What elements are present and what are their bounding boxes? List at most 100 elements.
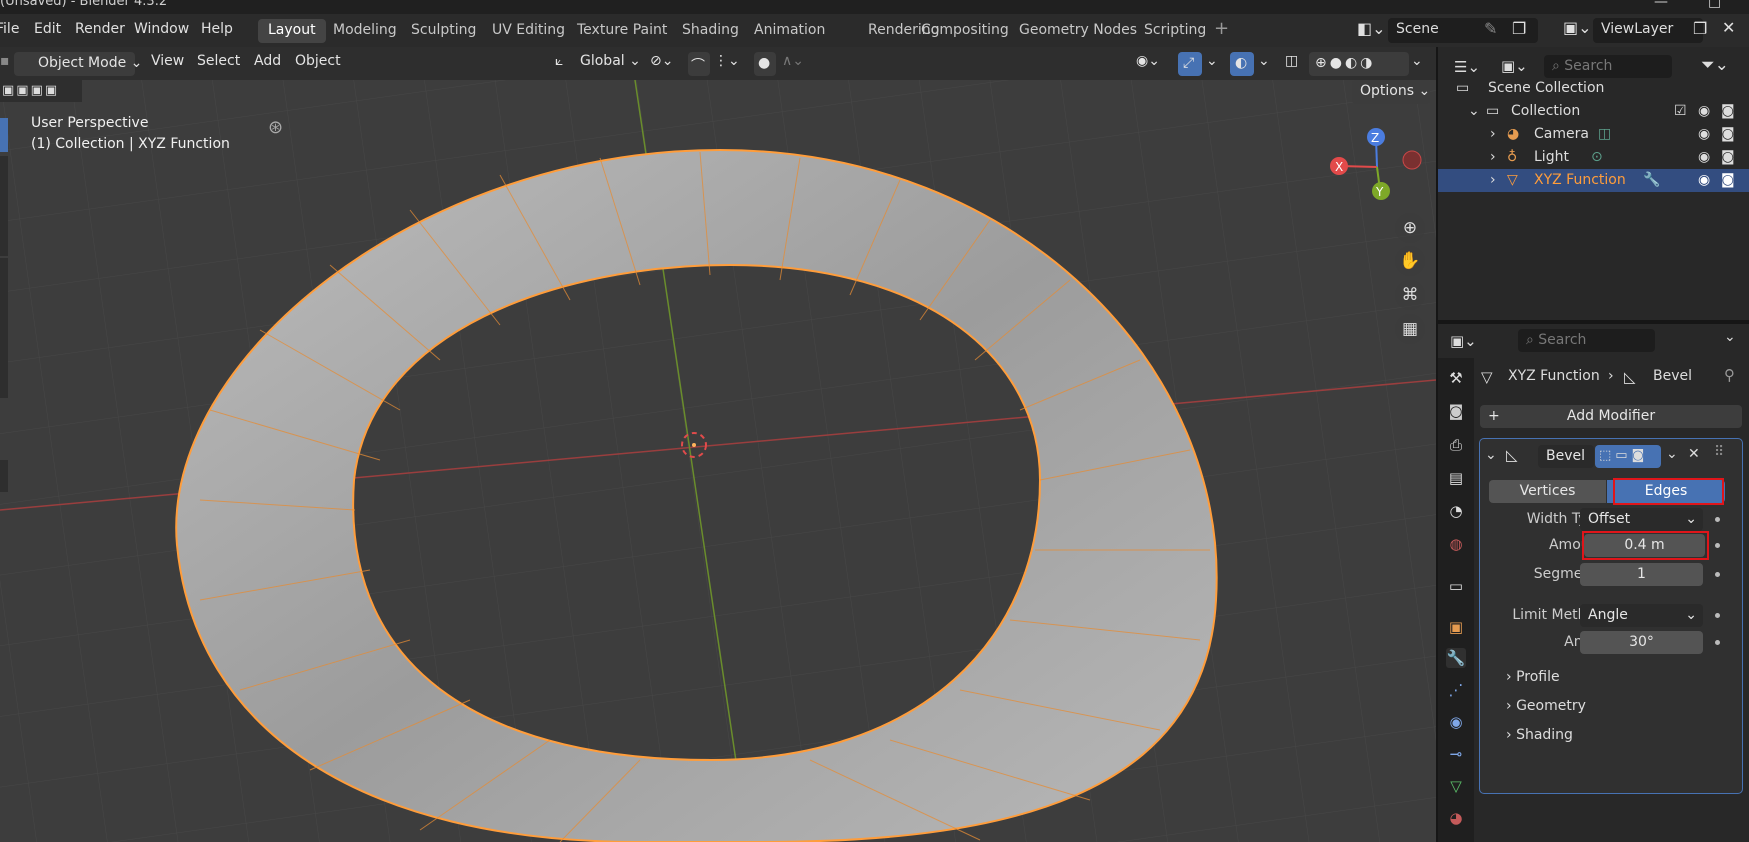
- tab-compositing[interactable]: Compositing: [911, 19, 1019, 43]
- keyframe-dot[interactable]: [1715, 640, 1720, 645]
- snap-target-icon[interactable]: ⋮⌄: [714, 53, 740, 69]
- exclude-checkbox[interactable]: ☑: [1674, 103, 1687, 119]
- object-tab-icon[interactable]: ▣: [1446, 617, 1466, 637]
- outliner-search-input[interactable]: ⌕ Search: [1544, 55, 1672, 78]
- delete-modifier-icon[interactable]: ✕: [1688, 446, 1700, 462]
- camera-render-icon[interactable]: ◙: [1721, 103, 1735, 119]
- expand-icon[interactable]: ⌄: [1468, 103, 1480, 119]
- eye-icon[interactable]: ◉: [1698, 172, 1710, 188]
- keyframe-dot[interactable]: [1715, 543, 1720, 548]
- segments-field[interactable]: 1: [1580, 563, 1703, 586]
- tab-geometry-nodes[interactable]: Geometry Nodes: [1009, 19, 1147, 43]
- keyframe-dot[interactable]: [1715, 517, 1720, 522]
- keyframe-dot[interactable]: [1715, 613, 1720, 618]
- area-divider-horizontal[interactable]: [1438, 320, 1749, 324]
- camera-render-icon[interactable]: ◙: [1721, 172, 1735, 188]
- menu-edit[interactable]: Edit: [34, 21, 61, 37]
- menu-render[interactable]: Render: [75, 21, 125, 37]
- toolbar-transform-tools[interactable]: [0, 156, 8, 256]
- properties-search-input[interactable]: ⌕ Search: [1518, 329, 1655, 352]
- expand-icon[interactable]: ›: [1490, 126, 1496, 142]
- affect-vertices-button[interactable]: Vertices: [1489, 480, 1606, 503]
- expand-icon[interactable]: ›: [1490, 149, 1496, 165]
- toolbar-edit-tools[interactable]: [0, 258, 8, 398]
- menu-add[interactable]: Add: [254, 53, 281, 69]
- copy-scene-icon[interactable]: ❐: [1512, 19, 1526, 38]
- remove-viewlayer-icon[interactable]: ✕: [1722, 18, 1735, 37]
- visibility-icon[interactable]: ◉⌄: [1136, 53, 1160, 69]
- tab-layout[interactable]: Layout: [258, 19, 326, 43]
- outliner-row-scene-collection[interactable]: ▭ Scene Collection: [1438, 77, 1749, 100]
- data-tab-icon[interactable]: ▽: [1446, 776, 1466, 796]
- pivot-icon[interactable]: ⊘⌄: [650, 53, 673, 69]
- editor-type-icon[interactable]: ▪: [0, 53, 10, 69]
- eye-icon[interactable]: ◉: [1698, 126, 1710, 142]
- material-tab-icon[interactable]: ◕: [1446, 808, 1466, 828]
- subpanel-geometry[interactable]: › Geometry: [1506, 698, 1586, 714]
- modifier-menu-icon[interactable]: ⌄: [1666, 446, 1678, 462]
- tab-animation[interactable]: Animation: [744, 19, 835, 43]
- collapse-icon[interactable]: ⌄: [1485, 447, 1497, 463]
- render-tab-icon[interactable]: ◙: [1446, 401, 1466, 421]
- shading-mode-group[interactable]: ⊕●◐◑: [1309, 52, 1409, 76]
- outliner-editor-icon[interactable]: ☰⌄: [1454, 58, 1480, 76]
- camera-render-icon[interactable]: ◙: [1721, 126, 1735, 142]
- outliner-row-xyz-function[interactable]: › ▽ XYZ Function 🔧 ◉ ◙: [1438, 169, 1749, 192]
- zoom-icon[interactable]: ⊕: [1395, 213, 1425, 243]
- collection-tab-icon[interactable]: ▭: [1446, 576, 1466, 596]
- add-workspace-icon[interactable]: +: [1214, 18, 1229, 39]
- minimize-icon[interactable]: —: [1654, 0, 1668, 10]
- copy-viewlayer-icon[interactable]: ❐: [1693, 19, 1707, 38]
- modifier-tab-icon[interactable]: 🔧: [1446, 648, 1466, 668]
- outliner-row-collection[interactable]: ⌄ ▭ Collection ☑ ◉ ◙: [1438, 100, 1749, 123]
- toolbar-select-tool[interactable]: [0, 118, 8, 152]
- scene-tab-icon[interactable]: ◔: [1446, 501, 1466, 521]
- area-divider-vertical[interactable]: [1436, 47, 1438, 842]
- viewport-canvas[interactable]: Z X Y: [0, 80, 1436, 842]
- camera-view-icon[interactable]: ⌘: [1395, 280, 1425, 310]
- outliner-row-camera[interactable]: › ◕ Camera ◫ ◉ ◙: [1438, 123, 1749, 146]
- falloff-icon[interactable]: ∧⌄: [782, 53, 804, 69]
- pin-icon[interactable]: ⚲: [1724, 366, 1735, 384]
- selection-mode-icons[interactable]: ▣▣▣▣: [0, 80, 82, 102]
- tab-scripting[interactable]: Scripting: [1134, 19, 1216, 43]
- world-tab-icon[interactable]: ◍: [1446, 534, 1466, 554]
- width-type-dropdown[interactable]: Offset ⌄: [1580, 508, 1703, 531]
- tab-shading[interactable]: Shading: [672, 19, 749, 43]
- camera-render-icon[interactable]: ◙: [1721, 149, 1735, 165]
- tab-modeling[interactable]: Modeling: [323, 19, 407, 43]
- menu-object[interactable]: Object: [295, 53, 341, 69]
- expand-icon[interactable]: ›: [1490, 172, 1496, 188]
- menu-window[interactable]: Window: [134, 21, 189, 37]
- transform-orientation-dropdown[interactable]: Global ⌄: [580, 53, 641, 69]
- subpanel-shading[interactable]: › Shading: [1506, 727, 1573, 743]
- constraints-tab-icon[interactable]: ⊸: [1446, 744, 1466, 764]
- tab-sculpting[interactable]: Sculpting: [401, 19, 486, 43]
- toolbar-add-tool[interactable]: [0, 460, 8, 492]
- orientation-icon[interactable]: ⟀: [555, 53, 563, 69]
- gizmo-menu-icon[interactable]: ⌄: [1206, 53, 1218, 69]
- proportional-edit-icon[interactable]: ●: [754, 52, 776, 76]
- physics-tab-icon[interactable]: ◉: [1446, 712, 1466, 732]
- ortho-grid-icon[interactable]: ▦: [1395, 314, 1425, 344]
- 3d-viewport[interactable]: Z X Y User Perspective (1) Collection | …: [0, 80, 1436, 842]
- tool-tab-icon[interactable]: ⚒: [1446, 368, 1466, 388]
- properties-options-icon[interactable]: ⌄: [1724, 329, 1736, 345]
- limit-method-dropdown[interactable]: Angle ⌄: [1580, 604, 1703, 627]
- menu-view[interactable]: View: [151, 53, 184, 69]
- tab-uv-editing[interactable]: UV Editing: [482, 19, 575, 43]
- properties-editor-icon[interactable]: ▣⌄: [1450, 332, 1477, 350]
- shading-menu-icon[interactable]: ⌄: [1411, 53, 1423, 69]
- pin-icon[interactable]: ✎: [1484, 19, 1497, 38]
- drag-handle-icon[interactable]: ⠿: [1714, 444, 1724, 460]
- mode-selector[interactable]: Object Mode ⌄: [14, 52, 142, 76]
- overlay-menu-icon[interactable]: ⌄: [1258, 53, 1270, 69]
- menu-help[interactable]: Help: [201, 21, 233, 37]
- modifier-name-field[interactable]: Bevel: [1538, 445, 1594, 468]
- viewlayer-name-field[interactable]: ViewLayer: [1593, 18, 1703, 43]
- tab-texture-paint[interactable]: Texture Paint: [567, 19, 677, 43]
- gizmo-toggle-icon[interactable]: ⤢: [1178, 52, 1202, 76]
- keyframe-dot[interactable]: [1715, 572, 1720, 577]
- menu-file[interactable]: File: [0, 21, 19, 37]
- display-mode-icon[interactable]: ▣⌄: [1501, 57, 1528, 75]
